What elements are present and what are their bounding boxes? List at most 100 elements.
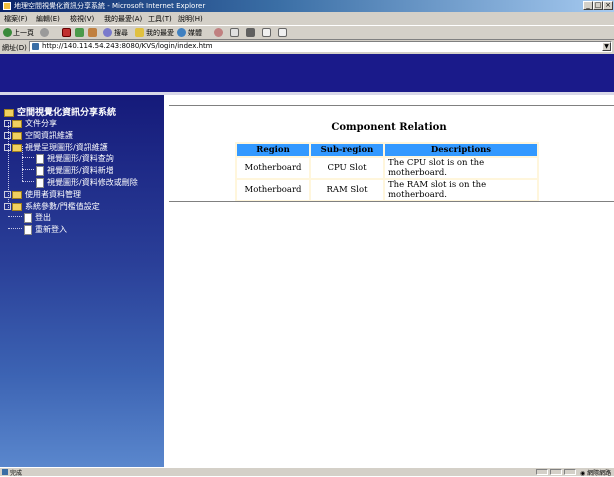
- cell-region: Motherboard: [235, 156, 311, 180]
- sidebar-item-visual-maintenance[interactable]: 視覺呈現圖形/資訊維護: [4, 142, 108, 153]
- sidebar-item-modify-delete[interactable]: 視覺圖形/資料修改或刪除: [36, 177, 138, 188]
- menu-edit[interactable]: 編輯(E): [36, 14, 60, 24]
- cell-sub-region: CPU Slot: [309, 156, 385, 180]
- sidebar-item-add[interactable]: 視覺圖形/資料新增: [36, 165, 114, 176]
- media-button[interactable]: 媒體: [188, 28, 202, 38]
- ie-icon: [3, 2, 11, 10]
- table-row: Motherboard RAM Slot The RAM slot is on …: [235, 178, 539, 202]
- back-arrow-icon[interactable]: [3, 28, 12, 37]
- sidebar-item-label: 視覺圖形/資料新增: [47, 166, 114, 175]
- media-icon[interactable]: [177, 28, 186, 37]
- sidebar-item-label: 空間資訊維護: [25, 131, 73, 140]
- page-done-icon: [2, 469, 8, 475]
- discuss-icon[interactable]: [278, 28, 287, 37]
- folder-icon: [12, 131, 22, 140]
- folder-icon: [12, 190, 22, 199]
- forward-arrow-icon[interactable]: [40, 28, 49, 37]
- chevron-down-icon[interactable]: ▼: [602, 42, 611, 51]
- tree-line: [8, 216, 22, 217]
- table-header-row: Region Sub-region Descriptions: [235, 142, 539, 158]
- column-header-region: Region: [235, 142, 311, 158]
- sidebar-item-query[interactable]: 視覺圖形/資料查詢: [36, 153, 114, 164]
- expand-icon[interactable]: [4, 132, 11, 139]
- status-pane: [536, 469, 548, 475]
- folder-icon: [12, 119, 22, 128]
- cell-sub-region: RAM Slot: [309, 178, 385, 202]
- tree-line: [8, 228, 22, 229]
- document-icon: [36, 177, 44, 188]
- folder-open-icon: [4, 108, 14, 117]
- page-banner: [0, 54, 614, 94]
- document-icon: [24, 212, 32, 223]
- mail-icon[interactable]: [230, 28, 239, 37]
- close-button[interactable]: ×: [603, 1, 613, 10]
- menu-favorites[interactable]: 我的最愛(A): [104, 14, 142, 24]
- cell-description: The CPU slot is on the motherboard.: [383, 156, 539, 180]
- column-header-sub-region: Sub-region: [309, 142, 385, 158]
- refresh-icon[interactable]: [75, 28, 84, 37]
- sidebar-item-logout[interactable]: 登出: [24, 212, 51, 223]
- menu-file[interactable]: 檔案(F): [4, 14, 28, 24]
- column-header-descriptions: Descriptions: [383, 142, 539, 158]
- sidebar-root[interactable]: 空間視覺化資訊分享系統: [4, 105, 116, 118]
- content-divider: [169, 201, 614, 202]
- sidebar-item-label: 重新登入: [35, 225, 67, 234]
- document-icon: [24, 224, 32, 235]
- edit-icon[interactable]: [262, 28, 271, 37]
- favorites-button[interactable]: 我的最愛: [146, 28, 174, 38]
- content-divider: [169, 105, 614, 106]
- favorites-icon[interactable]: [135, 28, 144, 37]
- sidebar-item-documents[interactable]: 文件分享: [4, 118, 57, 129]
- expand-icon[interactable]: [4, 203, 11, 210]
- maximize-button[interactable]: □: [593, 1, 603, 10]
- page-icon: [32, 43, 39, 50]
- sidebar-root-label: 空間視覺化資訊分享系統: [17, 108, 117, 118]
- address-label: 網址(D): [2, 44, 27, 52]
- print-icon[interactable]: [246, 28, 255, 37]
- tree-line: [22, 157, 34, 158]
- page-title: Component Relation: [331, 122, 447, 133]
- expand-icon[interactable]: [4, 191, 11, 198]
- sidebar-item-label: 登出: [35, 213, 51, 222]
- sidebar-nav: 空間視覺化資訊分享系統 文件分享 空間資訊維護 視覺呈現圖形/資訊維護 視覺圖形…: [0, 95, 164, 467]
- sidebar-item-user-management[interactable]: 使用者資料管理: [4, 189, 81, 200]
- status-pane: [564, 469, 576, 475]
- sidebar-item-label: 視覺圖形/資料修改或刪除: [47, 178, 138, 187]
- search-icon[interactable]: [103, 28, 112, 37]
- menu-help[interactable]: 說明(H): [178, 14, 203, 24]
- collapse-icon[interactable]: [4, 144, 11, 151]
- search-button[interactable]: 搜尋: [114, 28, 128, 38]
- address-url[interactable]: http://140.114.54.243:8080/KVS/login/ind…: [42, 42, 213, 50]
- toolbar: 上一頁 搜尋 我的最愛 媒體: [0, 25, 614, 40]
- status-bar: 完成 ◉ 網際網路: [0, 467, 614, 477]
- history-icon[interactable]: [214, 28, 223, 37]
- menu-view[interactable]: 檢視(V): [70, 14, 94, 24]
- folder-icon: [12, 202, 22, 211]
- window-title: 地理空間視覺化資訊分享系統 - Microsoft Internet Explo…: [14, 2, 206, 10]
- cell-region: Motherboard: [235, 178, 311, 202]
- expand-icon[interactable]: [4, 120, 11, 127]
- sidebar-item-label: 視覺圖形/資料查詢: [47, 154, 114, 163]
- tree-line: [22, 181, 34, 182]
- minimize-button[interactable]: _: [583, 1, 593, 10]
- stop-icon[interactable]: [62, 28, 71, 37]
- sidebar-item-label: 視覺呈現圖形/資訊維護: [25, 143, 108, 152]
- document-icon: [36, 165, 44, 176]
- sidebar-item-label: 文件分享: [25, 119, 57, 128]
- address-input[interactable]: http://140.114.54.243:8080/KVS/login/ind…: [29, 41, 612, 52]
- address-bar: 網址(D) http://140.114.54.243:8080/KVS/log…: [0, 40, 614, 54]
- folder-open-icon: [12, 143, 22, 152]
- sidebar-item-spatial-info[interactable]: 空間資訊維護: [4, 130, 73, 141]
- home-icon[interactable]: [88, 28, 97, 37]
- table-row: Motherboard CPU Slot The CPU slot is on …: [235, 156, 539, 180]
- sidebar-item-system-settings[interactable]: 系統參數/門檻值設定: [4, 201, 100, 212]
- component-relation-table: Region Sub-region Descriptions Motherboa…: [235, 142, 539, 202]
- menu-tools[interactable]: 工具(T): [148, 14, 172, 24]
- sidebar-item-relogin[interactable]: 重新登入: [24, 224, 67, 235]
- tree-line: [22, 169, 34, 170]
- title-bar[interactable]: 地理空間視覺化資訊分享系統 - Microsoft Internet Explo…: [0, 0, 614, 12]
- document-icon: [36, 153, 44, 164]
- menu-bar: 檔案(F) 編輯(E) 檢視(V) 我的最愛(A) 工具(T) 說明(H): [0, 12, 614, 25]
- back-button[interactable]: 上一頁: [13, 28, 34, 38]
- sidebar-item-label: 使用者資料管理: [25, 190, 81, 199]
